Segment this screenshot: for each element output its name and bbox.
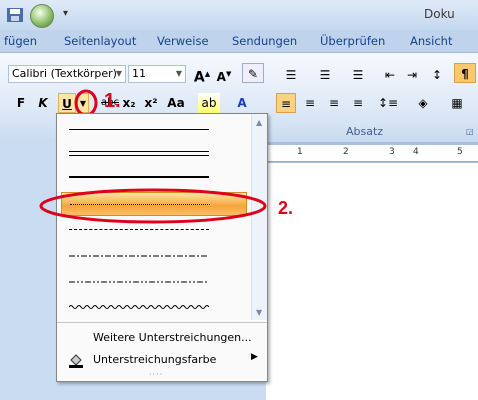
title-bar: ▾ Doku	[0, 0, 478, 30]
ruler-mark: 1	[297, 147, 303, 157]
tab-insert[interactable]: fügen	[4, 34, 37, 48]
shrink-font-button[interactable]: A▼	[214, 64, 234, 84]
underline-style-menu: ▲ ▼ Weitere Unterstreichungen... Unterst…	[56, 113, 268, 382]
underline-option-single[interactable]	[61, 118, 247, 142]
shading-icon[interactable]: ◈	[408, 93, 438, 113]
ruler-mark: 2	[343, 147, 349, 157]
change-case-button[interactable]: Aa	[164, 93, 188, 113]
ruler-mark: 3	[389, 147, 395, 157]
superscript-button[interactable]: x²	[142, 93, 160, 113]
underline-option-wave[interactable]	[61, 296, 247, 320]
ruler: 1 2 3 4 5	[266, 145, 478, 162]
tab-view[interactable]: Ansicht	[410, 34, 452, 48]
dialog-launcher-icon[interactable]: ◲	[466, 127, 474, 136]
underline-color-item[interactable]: Unterstreichungsfarbe ▶	[61, 350, 261, 372]
italic-button[interactable]: K	[34, 93, 52, 113]
more-underlines-item[interactable]: Weitere Unterstreichungen...	[61, 328, 261, 350]
chevron-down-icon[interactable]: ▼	[176, 66, 182, 82]
font-size-box[interactable]: 11 ▼	[128, 65, 186, 83]
chevron-down-icon[interactable]: ▼	[116, 66, 122, 82]
scroll-down-icon[interactable]: ▼	[256, 308, 262, 317]
underline-option-double[interactable]	[61, 142, 247, 166]
more-underlines-label: Weitere Unterstreichungen...	[93, 331, 252, 344]
tab-review[interactable]: Überprüfen	[320, 34, 385, 48]
line-spacing-icon[interactable]: ↕≡	[374, 93, 402, 113]
scroll-up-icon[interactable]: ▲	[256, 118, 262, 127]
resize-grip-icon[interactable]: ····	[149, 370, 163, 379]
document-page[interactable]	[266, 163, 478, 400]
annotation-step-1: 1.	[104, 90, 121, 112]
justify-icon[interactable]: ≡	[348, 93, 368, 113]
font-name-box[interactable]: Calibri (Textkörper) ▼	[8, 65, 126, 83]
submenu-arrow-icon: ▶	[251, 352, 258, 362]
show-formatting-icon[interactable]: ¶	[454, 63, 476, 83]
font-size-value: 11	[132, 67, 146, 80]
bullets-icon[interactable]: ☰	[276, 65, 306, 85]
tab-references[interactable]: Verweise	[157, 34, 209, 48]
decrease-indent-icon[interactable]: ⇤	[380, 65, 400, 85]
highlight-ellipse-annotation	[39, 188, 267, 224]
numbering-icon[interactable]: ☰	[310, 65, 340, 85]
font-color-button[interactable]: A	[232, 93, 252, 113]
font-name-value: Calibri (Textkörper)	[12, 67, 117, 80]
align-right-icon[interactable]: ≡	[324, 93, 344, 113]
document-title: Doku	[424, 7, 455, 21]
underline-color-label: Unterstreichungsfarbe	[93, 353, 217, 366]
ruler-mark: 4	[413, 147, 419, 157]
align-center-icon[interactable]: ≡	[300, 93, 320, 113]
sort-icon[interactable]: ↕	[426, 65, 448, 85]
tab-page-layout[interactable]: Seitenlayout	[64, 34, 136, 48]
align-left-icon[interactable]: ≡	[276, 93, 296, 113]
clear-format-icon[interactable]: ✎	[242, 63, 264, 83]
underline-option-dash-dot[interactable]	[61, 244, 247, 268]
ruler-mark: 5	[457, 147, 463, 157]
borders-icon[interactable]: ▦	[442, 93, 472, 113]
menu-separator	[57, 322, 267, 323]
group-label-paragraph: Absatz	[346, 125, 384, 138]
multilevel-list-icon[interactable]: ☰	[344, 65, 372, 85]
undo-icon[interactable]	[30, 4, 54, 28]
highlight-icon[interactable]: ab	[198, 93, 220, 113]
annotation-step-2: 2.	[278, 198, 294, 218]
bold-button[interactable]: F	[12, 93, 30, 113]
underline-option-dash-dot-dot[interactable]	[61, 270, 247, 294]
quick-access-dropdown[interactable]: ▾	[63, 8, 68, 19]
increase-indent-icon[interactable]: ⇥	[402, 65, 422, 85]
tab-mailings[interactable]: Sendungen	[232, 34, 297, 48]
ribbon-tabs: fügen Seitenlayout Verweise Sendungen Üb…	[0, 30, 478, 52]
save-icon[interactable]	[6, 6, 24, 24]
subscript-button[interactable]: x₂	[120, 93, 138, 113]
grow-font-button[interactable]: A▲	[192, 64, 212, 86]
paint-bucket-icon	[69, 354, 83, 368]
